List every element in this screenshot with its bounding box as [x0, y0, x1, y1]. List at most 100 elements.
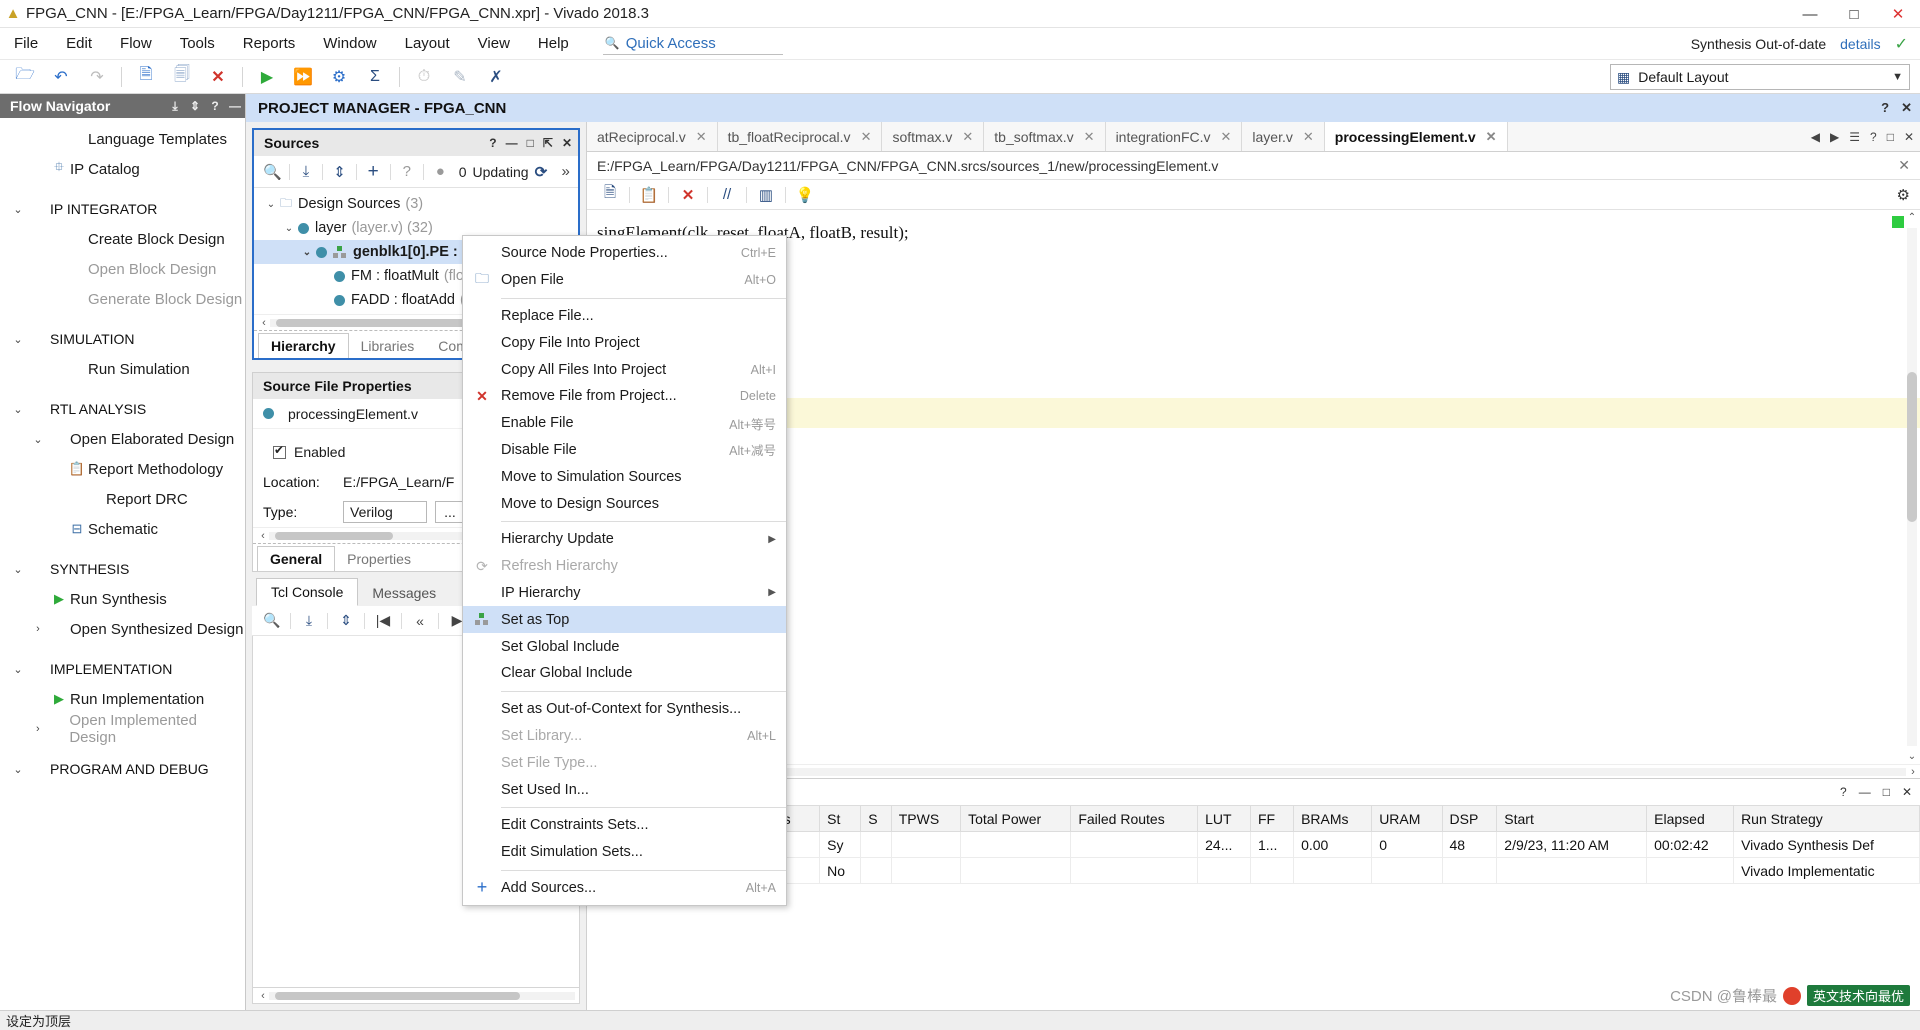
first-page-icon[interactable]: |◀: [369, 609, 397, 633]
context-menu-item-ip-hierarchy[interactable]: IP Hierarchy ▶: [463, 580, 786, 607]
maximize-button[interactable]: □: [1832, 0, 1876, 28]
context-menu-item-move-to-simulation-sources[interactable]: Move to Simulation Sources: [463, 463, 786, 490]
editor-help-icon[interactable]: ?: [1870, 130, 1877, 144]
collapse-all-icon[interactable]: ⤓: [295, 609, 323, 633]
chevron-icon[interactable]: ⌄: [8, 763, 28, 776]
editor-tab-processingelement-v[interactable]: processingElement.v ✕: [1324, 122, 1508, 151]
search-icon[interactable]: 🔍: [260, 159, 285, 185]
flownav-item-synthesis[interactable]: ⌄ SYNTHESIS: [0, 554, 245, 584]
context-menu-item-enable-file[interactable]: Enable File Alt+等号: [463, 410, 786, 437]
menu-file[interactable]: File: [0, 32, 52, 55]
context-menu-item-move-to-design-sources[interactable]: Move to Design Sources: [463, 490, 786, 517]
sfp-tab-general[interactable]: General: [257, 546, 336, 571]
editor-maximize-icon[interactable]: □: [1887, 130, 1894, 144]
sources-help-icon[interactable]: ?: [489, 136, 496, 150]
sources-tab-libraries[interactable]: Libraries: [349, 334, 427, 358]
columns-icon[interactable]: ▥: [751, 182, 781, 208]
chevron-icon[interactable]: ⌄: [8, 333, 28, 346]
collapse-all-icon[interactable]: ⤓: [294, 159, 319, 185]
next-tab-icon[interactable]: ▶: [1830, 130, 1839, 144]
close-icon[interactable]: ✕: [1084, 129, 1095, 145]
redo-icon[interactable]: ↷: [80, 62, 114, 92]
runs-column-header[interactable]: Total Power: [960, 805, 1072, 832]
console-tab-tcl-console[interactable]: Tcl Console: [256, 578, 359, 606]
chevron-icon[interactable]: ›: [28, 623, 48, 635]
context-menu-item-copy-file-into-project[interactable]: Copy File Into Project: [463, 329, 786, 356]
scroll-down-icon[interactable]: ⌄: [1906, 751, 1918, 762]
quick-access-input[interactable]: 🔍 Quick Access: [602, 33, 783, 55]
chevron-icon[interactable]: ⌄: [8, 403, 28, 416]
timing-icon[interactable]: ⏱: [407, 62, 441, 92]
chevron-icon[interactable]: ⌄: [8, 203, 28, 216]
synthesis-details-link[interactable]: details: [1840, 36, 1880, 52]
table-row[interactable]: ▷impl_1constrs_1NoVivado Implementatic: [587, 857, 1920, 884]
bug-icon[interactable]: ✗: [479, 62, 513, 92]
flownav-item-report-drc[interactable]: Report DRC: [0, 484, 245, 514]
close-icon[interactable]: ✕: [1303, 129, 1314, 145]
paste-icon[interactable]: 📋: [634, 182, 664, 208]
save-file-icon[interactable]: 🗎: [595, 182, 625, 208]
runs-column-header[interactable]: BRAMs: [1293, 805, 1373, 832]
flownav-item-simulation[interactable]: ⌄ SIMULATION: [0, 324, 245, 354]
chevron-icon[interactable]: ⌄: [298, 247, 316, 258]
sources-close-icon[interactable]: ✕: [562, 136, 572, 150]
flownav-item-report-methodology[interactable]: 📋 Report Methodology: [0, 454, 245, 484]
flownav-item-language-templates[interactable]: Language Templates: [0, 124, 245, 154]
editor-tab-atreciprocal-v[interactable]: atReciprocal.v ✕: [587, 122, 718, 151]
undo-icon[interactable]: ↶: [44, 62, 78, 92]
runs-column-header[interactable]: St: [819, 805, 862, 832]
menu-help[interactable]: Help: [524, 32, 583, 55]
menu-view[interactable]: View: [464, 32, 524, 55]
runs-column-header[interactable]: Start: [1496, 805, 1648, 832]
close-icon[interactable]: ✕: [696, 129, 707, 145]
open-project-icon[interactable]: 🗁: [8, 62, 42, 92]
flownav-item-implementation[interactable]: ⌄ IMPLEMENTATION: [0, 654, 245, 684]
flownav-item-run-implementation[interactable]: ▶ Run Implementation: [0, 684, 245, 714]
console-h-scrollbar[interactable]: ‹: [252, 988, 580, 1004]
scroll-left-icon[interactable]: ‹: [257, 990, 269, 1002]
chevron-icon[interactable]: ⌄: [8, 663, 28, 676]
delete-icon[interactable]: ✕: [201, 62, 235, 92]
flownav-item-open-block-design[interactable]: Open Block Design: [0, 254, 245, 284]
prev-tab-icon[interactable]: ◀: [1811, 130, 1820, 144]
menu-reports[interactable]: Reports: [229, 32, 310, 55]
runs-close-icon[interactable]: ✕: [1902, 785, 1912, 799]
context-menu-item-set-as-out-of-context-for-synthesis[interactable]: Set as Out-of-Context for Synthesis...: [463, 696, 786, 723]
comment-icon[interactable]: //: [712, 182, 742, 208]
close-icon[interactable]: ✕: [962, 129, 973, 145]
flownav-item-ip-integrator[interactable]: ⌄ IP INTEGRATOR: [0, 194, 245, 224]
search-icon[interactable]: 🔍: [258, 609, 286, 633]
chevron-icon[interactable]: ⌄: [8, 563, 28, 576]
help-icon[interactable]: ?: [205, 99, 225, 113]
close-icon[interactable]: ✕: [861, 129, 872, 145]
editor-settings-icon[interactable]: ⚙: [1897, 186, 1910, 204]
context-menu-item-set-as-top[interactable]: Set as Top: [463, 606, 786, 634]
save-icon[interactable]: 🗎: [129, 62, 163, 92]
flownav-item-run-simulation[interactable]: Run Simulation: [0, 354, 245, 384]
runs-column-header[interactable]: DSP: [1441, 805, 1498, 832]
editor-path-close-icon[interactable]: ✕: [1898, 157, 1910, 174]
editor-tab-tb-floatreciprocal-v[interactable]: tb_floatReciprocal.v ✕: [718, 122, 883, 151]
flownav-item-run-synthesis[interactable]: ▶ Run Synthesis: [0, 584, 245, 614]
menu-layout[interactable]: Layout: [391, 32, 464, 55]
scroll-up-icon[interactable]: ⌃: [1906, 212, 1918, 223]
runs-column-header[interactable]: S: [860, 805, 892, 832]
minimize-panel-icon[interactable]: —: [225, 99, 245, 113]
delete-icon[interactable]: ✕: [673, 182, 703, 208]
sources-tree-row[interactable]: ⌄ 🗀 Design Sources (3): [254, 192, 578, 216]
expand-all-icon[interactable]: ⇕: [185, 99, 205, 113]
context-menu-item-copy-all-files-into-project[interactable]: Copy All Files Into Project Alt+I: [463, 356, 786, 383]
hint-icon[interactable]: 💡: [790, 182, 820, 208]
flownav-item-open-elaborated-design[interactable]: ⌄ Open Elaborated Design: [0, 424, 245, 454]
sfp-type-browse-button[interactable]: ...: [435, 501, 465, 523]
sum-icon[interactable]: Σ: [358, 62, 392, 92]
context-menu-item-replace-file[interactable]: Replace File...: [463, 303, 786, 330]
context-menu-item-source-node-properties[interactable]: Source Node Properties... Ctrl+E: [463, 240, 786, 267]
pm-close-icon[interactable]: ✕: [1901, 100, 1912, 116]
menu-edit[interactable]: Edit: [52, 32, 106, 55]
context-menu-item-add-sources[interactable]: + Add Sources... Alt+A: [463, 875, 786, 902]
marker-icon[interactable]: ✎: [443, 62, 477, 92]
close-icon[interactable]: ✕: [1486, 129, 1497, 145]
add-sources-icon[interactable]: +: [361, 159, 386, 185]
expand-all-icon[interactable]: ⇕: [327, 159, 352, 185]
